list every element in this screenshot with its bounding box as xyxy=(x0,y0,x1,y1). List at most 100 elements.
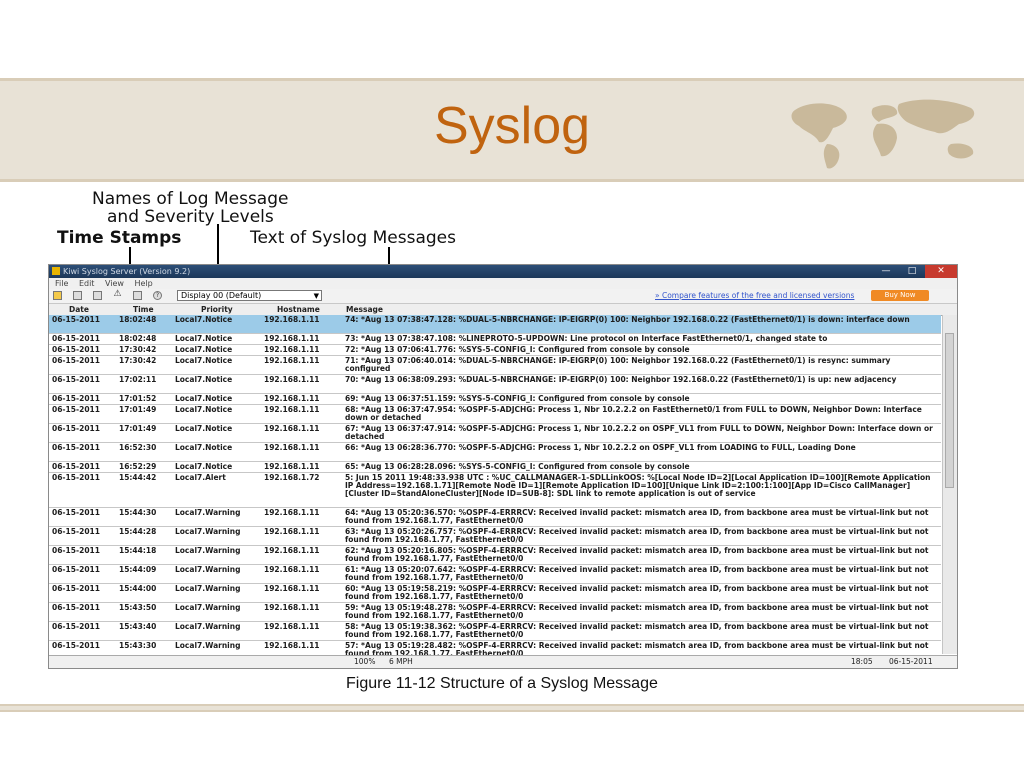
cell-hostname: 192.168.1.11 xyxy=(264,622,320,631)
cell-priority: Local7.Notice xyxy=(175,462,233,471)
table-row[interactable]: 06-15-2011 17:02:11 Local7.Notice 192.168.1… xyxy=(49,375,941,394)
table-row[interactable]: 06-15-2011 17:01:52 Local7.Notice 192.168.1… xyxy=(49,394,941,405)
cell-message: 70: *Aug 13 06:38:09.293: %DUAL-5-NBRCHA… xyxy=(345,375,897,384)
cell-priority: Local7.Warning xyxy=(175,603,241,612)
cell-hostname: 192.168.1.11 xyxy=(264,603,320,612)
cell-date: 06-15-2011 xyxy=(52,622,100,631)
cell-message: 60: *Aug 13 05:19:58.219: %OSPF-4-ERRRCV… xyxy=(345,584,929,601)
annotation-names-line1: Names of Log Message xyxy=(92,189,289,209)
table-row[interactable]: 06-15-2011 15:44:09 Local7.Warning 192.168.… xyxy=(49,565,941,584)
cell-priority: Local7.Notice xyxy=(175,315,233,324)
cell-priority: Local7.Warning xyxy=(175,565,241,574)
syslog-window: Kiwi Syslog Server (Version 9.2) — □ ✕ F… xyxy=(48,264,958,669)
figure-caption: Figure 11-12 Structure of a Syslog Messa… xyxy=(346,675,658,692)
column-priority[interactable]: Priority xyxy=(201,305,233,314)
table-row[interactable]: 06-15-2011 17:30:42 Local7.Notice 192.168.1… xyxy=(49,345,941,356)
cell-message: 72: *Aug 13 07:06:41.776: %SYS-5-CONFIG_… xyxy=(345,345,690,354)
compare-features-link[interactable]: » Compare features of the free and licen… xyxy=(655,291,854,300)
properties-icon[interactable] xyxy=(53,291,62,300)
cell-message: 61: *Aug 13 05:20:07.642: %OSPF-4-ERRRCV… xyxy=(345,565,929,582)
column-hostname[interactable]: Hostname xyxy=(277,305,320,314)
column-time[interactable]: Time xyxy=(133,305,154,314)
table-row[interactable]: 06-15-2011 16:52:29 Local7.Notice 192.168.1… xyxy=(49,462,941,473)
close-icon[interactable]: ✕ xyxy=(925,265,957,278)
annotation-names-severity: Names of Log Message and Severity Levels xyxy=(92,190,288,226)
archive-icon[interactable] xyxy=(133,291,142,300)
world-map-icon xyxy=(791,99,975,169)
window-titlebar[interactable]: Kiwi Syslog Server (Version 9.2) — □ ✕ xyxy=(49,265,957,278)
cell-priority: Local7.Notice xyxy=(175,394,233,403)
table-row[interactable]: 06-15-2011 15:44:30 Local7.Warning 192.168.… xyxy=(49,508,941,527)
column-message[interactable]: Message xyxy=(346,305,383,314)
table-row[interactable]: 06-15-2011 15:44:18 Local7.Warning 192.168.… xyxy=(49,546,941,565)
table-row[interactable]: 06-15-2011 18:02:48 Local7.Notice 192.168.1… xyxy=(49,315,941,334)
cell-message: 59: *Aug 13 05:19:48.278: %OSPF-4-ERRRCV… xyxy=(345,603,929,620)
cell-time: 15:44:42 xyxy=(119,473,157,482)
cell-date: 06-15-2011 xyxy=(52,375,100,384)
table-row[interactable]: 06-15-2011 17:01:49 Local7.Notice 192.168.1… xyxy=(49,424,941,443)
cell-time: 15:44:28 xyxy=(119,527,157,536)
column-date[interactable]: Date xyxy=(69,305,89,314)
cell-time: 17:30:42 xyxy=(119,356,157,365)
cell-date: 06-15-2011 xyxy=(52,334,100,343)
cell-priority: Local7.Warning xyxy=(175,527,241,536)
help-icon[interactable]: ? xyxy=(153,291,162,300)
chevron-down-icon: ▼ xyxy=(313,292,319,300)
table-row[interactable]: 06-15-2011 16:52:30 Local7.Notice 192.168.1… xyxy=(49,443,941,462)
table-row[interactable]: 06-15-2011 15:44:42 Local7.Alert 192.168.1.… xyxy=(49,473,941,508)
buy-now-button[interactable]: Buy Now xyxy=(871,290,929,301)
vertical-scrollbar[interactable] xyxy=(942,315,957,654)
table-row[interactable]: 06-15-2011 17:01:49 Local7.Notice 192.168.1… xyxy=(49,405,941,424)
cell-time: 17:01:52 xyxy=(119,394,157,403)
edit-icon[interactable] xyxy=(73,291,82,300)
cell-priority: Local7.Notice xyxy=(175,424,233,433)
table-row[interactable]: 06-15-2011 15:44:00 Local7.Warning 192.168.… xyxy=(49,584,941,603)
cell-date: 06-15-2011 xyxy=(52,603,100,612)
display-select[interactable]: Display 00 (Default) ▼ xyxy=(177,290,322,301)
cell-hostname: 192.168.1.11 xyxy=(264,345,320,354)
cell-hostname: 192.168.1.11 xyxy=(264,462,320,471)
table-row[interactable]: 06-15-2011 18:02:48 Local7.Notice 192.168.1… xyxy=(49,334,941,345)
cell-hostname: 192.168.1.11 xyxy=(264,546,320,555)
cell-message: 65: *Aug 13 06:28:28.096: %SYS-5-CONFIG_… xyxy=(345,462,690,471)
cell-time: 15:44:09 xyxy=(119,565,157,574)
cell-time: 17:01:49 xyxy=(119,405,157,414)
table-row[interactable]: 06-15-2011 15:44:28 Local7.Warning 192.168.… xyxy=(49,527,941,546)
maximize-icon[interactable]: □ xyxy=(899,265,925,278)
cell-message: 66: *Aug 13 06:28:36.770: %OSPF-5-ADJCHG… xyxy=(345,443,856,452)
cell-hostname: 192.168.1.11 xyxy=(264,334,320,343)
menu-file[interactable]: File xyxy=(55,279,68,288)
cell-time: 17:02:11 xyxy=(119,375,157,384)
warning-icon[interactable]: ⚠ xyxy=(113,290,122,300)
menu-view[interactable]: View xyxy=(105,279,124,288)
cell-hostname: 192.168.1.11 xyxy=(264,527,320,536)
status-mph: 6 MPH xyxy=(389,657,413,666)
annotation-text-of-messages: Text of Syslog Messages xyxy=(250,228,456,248)
cell-hostname: 192.168.1.11 xyxy=(264,424,320,433)
cell-date: 06-15-2011 xyxy=(52,508,100,517)
minimize-icon[interactable]: — xyxy=(873,265,899,278)
display-select-value: Display 00 (Default) xyxy=(181,291,262,300)
image-icon[interactable] xyxy=(93,291,102,300)
cell-message: 58: *Aug 13 05:19:38.362: %OSPF-4-ERRRCV… xyxy=(345,622,929,639)
cell-priority: Local7.Notice xyxy=(175,375,233,384)
scrollbar-thumb[interactable] xyxy=(945,333,954,488)
table-row[interactable]: 06-15-2011 15:43:50 Local7.Warning 192.168.… xyxy=(49,603,941,622)
cell-hostname: 192.168.1.11 xyxy=(264,375,320,384)
table-row[interactable]: 06-15-2011 17:30:42 Local7.Notice 192.168.1… xyxy=(49,356,941,375)
menu-help[interactable]: Help xyxy=(135,279,153,288)
menu-bar: File Edit View Help xyxy=(49,278,957,289)
cell-date: 06-15-2011 xyxy=(52,641,100,650)
cell-message: 73: *Aug 13 07:38:47.108: %LINEPROTO-5-U… xyxy=(345,334,828,343)
cell-priority: Local7.Warning xyxy=(175,641,241,650)
cell-priority: Local7.Warning xyxy=(175,546,241,555)
cell-time: 15:44:00 xyxy=(119,584,157,593)
cell-message: 71: *Aug 13 07:06:40.014: %DUAL-5-NBRCHA… xyxy=(345,356,891,373)
cell-priority: Local7.Alert xyxy=(175,473,226,482)
cell-time: 18:02:48 xyxy=(119,334,157,343)
table-row[interactable]: 06-15-2011 15:43:40 Local7.Warning 192.168.… xyxy=(49,622,941,641)
cell-date: 06-15-2011 xyxy=(52,527,100,536)
cell-hostname: 192.168.1.11 xyxy=(264,443,320,452)
cell-message: 62: *Aug 13 05:20:16.805: %OSPF-4-ERRRCV… xyxy=(345,546,929,563)
menu-edit[interactable]: Edit xyxy=(79,279,95,288)
